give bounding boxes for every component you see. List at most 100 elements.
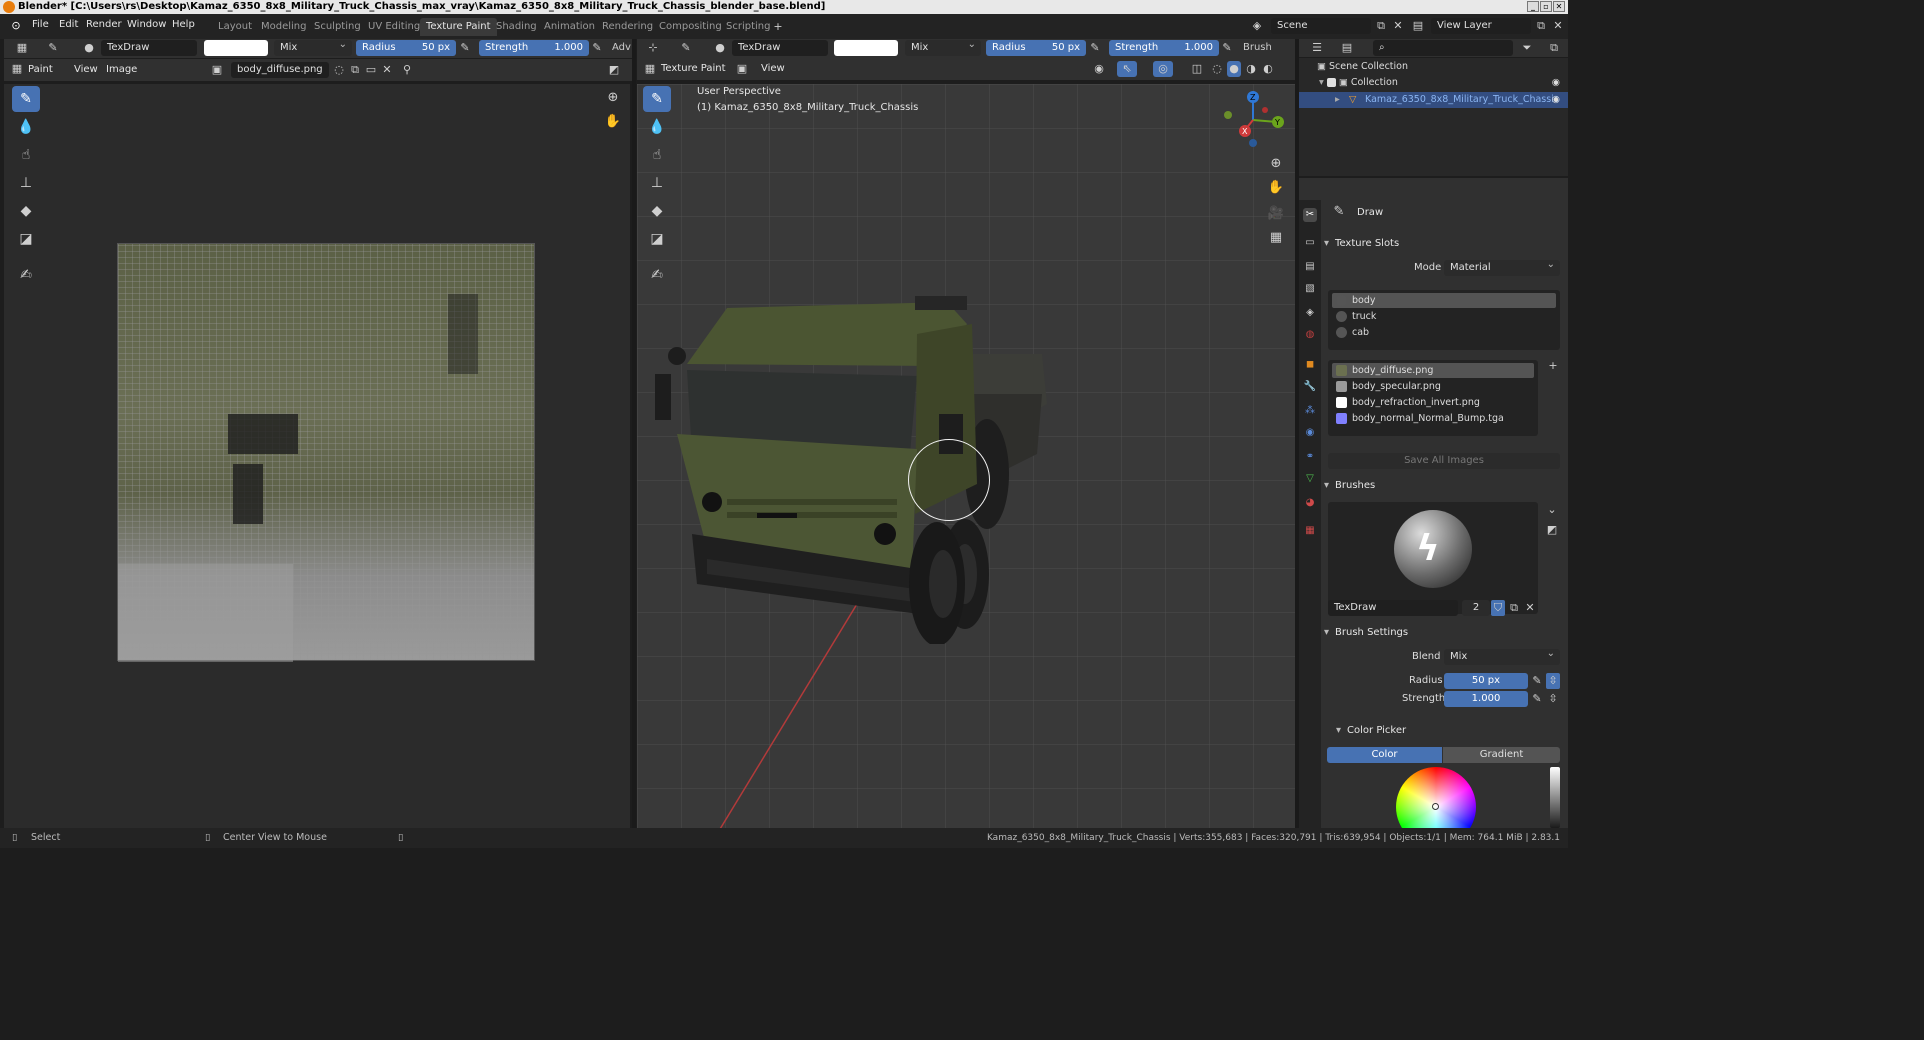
view-layer-field[interactable]: View Layer bbox=[1431, 18, 1531, 34]
menu-view[interactable]: View bbox=[74, 64, 98, 75]
tool-tab-icon[interactable]: ✂ bbox=[1303, 208, 1317, 222]
mask-tool-button[interactable]: ◪ bbox=[643, 226, 671, 252]
unlink-image-icon[interactable]: ✕ bbox=[380, 62, 394, 78]
image-slots-list[interactable]: body_diffuse.png body_specular.png body_… bbox=[1328, 360, 1538, 436]
brush-color-swatch[interactable] bbox=[834, 40, 898, 56]
navigation-gizmo[interactable]: Z Y X bbox=[1217, 88, 1287, 152]
solid-shading-icon[interactable]: ● bbox=[1227, 61, 1241, 77]
new-collection-icon[interactable]: ⧉ bbox=[1545, 40, 1563, 56]
brush-preview-icon[interactable]: ● bbox=[713, 40, 727, 56]
object-tab-icon[interactable]: ◼ bbox=[1303, 358, 1317, 372]
area-divider[interactable] bbox=[632, 39, 636, 828]
clone-tool-button[interactable]: ⊥ bbox=[643, 170, 671, 196]
list-item[interactable]: truck bbox=[1332, 309, 1532, 324]
rendered-shading-icon[interactable]: ◐ bbox=[1261, 61, 1275, 77]
minimize-button[interactable]: _ bbox=[1527, 1, 1539, 12]
modifier-tab-icon[interactable]: 🔧 bbox=[1303, 380, 1317, 394]
brushes-panel-header[interactable]: Brushes bbox=[1324, 476, 1564, 496]
outliner-row-scene-collection[interactable]: ▣ Scene Collection bbox=[1317, 61, 1408, 72]
texture-slots-panel-header[interactable]: Texture Slots bbox=[1324, 234, 1564, 254]
image-browse-icon[interactable]: ▣ bbox=[207, 62, 227, 78]
tab-animation[interactable]: Animation bbox=[538, 18, 601, 36]
brush-tool-icon[interactable]: ✎ bbox=[677, 40, 695, 56]
duplicate-brush-icon[interactable]: ⧉ bbox=[1507, 600, 1521, 616]
new-scene-icon[interactable]: ⧉ bbox=[1374, 18, 1388, 34]
texture-mode-dropdown[interactable]: Material bbox=[1444, 257, 1560, 276]
mask-toggle-icon[interactable]: ▣ bbox=[735, 61, 749, 77]
color-picker-panel-header[interactable]: Color Picker bbox=[1336, 721, 1536, 741]
list-item[interactable]: body_refraction_invert.png bbox=[1332, 395, 1532, 410]
mask-tool-button[interactable]: ◪ bbox=[12, 226, 40, 252]
visibility-icon[interactable]: ◉ bbox=[1089, 61, 1109, 77]
data-tab-icon[interactable]: ▽ bbox=[1303, 472, 1317, 486]
list-item[interactable]: body_specular.png bbox=[1332, 379, 1532, 394]
editor-type-icon[interactable]: ⊹ bbox=[641, 40, 665, 56]
color-tab[interactable]: Color bbox=[1327, 747, 1442, 763]
brush-name-field[interactable]: TexDraw bbox=[1328, 600, 1458, 616]
physics-tab-icon[interactable]: ◉ bbox=[1303, 426, 1317, 440]
soften-tool-button[interactable]: 💧 bbox=[12, 114, 40, 140]
constraints-tab-icon[interactable]: ⚭ bbox=[1303, 450, 1317, 464]
strength-pressure-icon[interactable]: ✎ bbox=[1530, 691, 1544, 707]
blend-dropdown[interactable]: Mix bbox=[1444, 646, 1560, 665]
smear-tool-button[interactable]: ☝ bbox=[643, 142, 671, 168]
new-view-layer-icon[interactable]: ⧉ bbox=[1534, 18, 1548, 34]
brush-preview-icon[interactable]: ● bbox=[82, 40, 96, 56]
overlays-toggle-icon[interactable]: ◎ bbox=[1153, 61, 1173, 77]
mode-dropdown[interactable]: Texture Paint bbox=[661, 63, 726, 74]
radius-pressure-icon[interactable]: ✎ bbox=[1530, 673, 1544, 689]
tab-layout[interactable]: Layout bbox=[212, 18, 258, 36]
list-item[interactable]: body bbox=[1332, 293, 1556, 308]
brush-tool-icon[interactable]: ✎ bbox=[44, 40, 62, 56]
radius-pressure-icon[interactable]: ✎ bbox=[458, 40, 472, 56]
strength-unit-icon[interactable]: ⇳ bbox=[1546, 691, 1560, 707]
tab-uv-editing[interactable]: UV Editing bbox=[362, 18, 426, 36]
menu-view[interactable]: View bbox=[761, 63, 785, 74]
tab-shading[interactable]: Shading bbox=[490, 18, 543, 36]
fill-tool-button[interactable]: ◆ bbox=[643, 198, 671, 224]
menu-image[interactable]: Image bbox=[106, 64, 137, 75]
list-item[interactable]: body_diffuse.png bbox=[1332, 363, 1534, 378]
outliner-row-object[interactable]: ▸ ▽ Kamaz_6350_8x8_Military_Truck_Chassi… bbox=[1299, 92, 1568, 108]
tab-rendering[interactable]: Rendering bbox=[596, 18, 659, 36]
annotate-tool-button[interactable]: ✍ bbox=[12, 262, 40, 288]
menu-edit[interactable]: Edit bbox=[59, 19, 78, 30]
material-shading-icon[interactable]: ◑ bbox=[1244, 61, 1258, 77]
tab-texture-paint[interactable]: Texture Paint bbox=[420, 18, 497, 36]
image-name-field[interactable]: body_diffuse.png bbox=[231, 62, 329, 78]
editor-type-icon[interactable]: ▦ bbox=[10, 40, 34, 56]
blend-mode-dropdown[interactable]: Mix bbox=[905, 37, 981, 56]
close-window-button[interactable]: ✕ bbox=[1553, 1, 1565, 12]
scene-field[interactable]: Scene bbox=[1271, 18, 1371, 34]
world-tab-icon[interactable]: ◍ bbox=[1303, 328, 1317, 342]
pan-hand-icon[interactable]: ✋ bbox=[604, 114, 622, 130]
fake-user-icon[interactable]: ◌ bbox=[332, 62, 346, 78]
material-slots-list[interactable]: body truck cab bbox=[1328, 290, 1560, 350]
material-tab-icon[interactable]: ◕ bbox=[1303, 496, 1317, 510]
strength-field[interactable]: Strength 1.000 bbox=[1109, 40, 1219, 56]
zoom-icon[interactable]: ⊕ bbox=[604, 90, 622, 106]
color-wheel-cursor[interactable] bbox=[1432, 803, 1439, 810]
gizmo-toggle-icon[interactable]: ⇖ bbox=[1117, 61, 1137, 77]
radius-field[interactable]: Radius 50 px bbox=[986, 40, 1086, 56]
strength-pressure-icon[interactable]: ✎ bbox=[1220, 40, 1234, 56]
add-workspace-icon[interactable]: + bbox=[771, 19, 785, 35]
unlink-brush-icon[interactable]: ✕ bbox=[1523, 600, 1537, 616]
fake-user-shield-icon[interactable]: ⛉ bbox=[1491, 600, 1505, 616]
new-image-icon[interactable]: ⧉ bbox=[348, 62, 362, 78]
camera-view-icon[interactable]: 🎥 bbox=[1267, 206, 1285, 222]
strength-pressure-icon[interactable]: ✎ bbox=[590, 40, 604, 56]
value-slider[interactable] bbox=[1550, 767, 1560, 828]
radius-unit-icon[interactable]: ⇳ bbox=[1546, 673, 1560, 689]
list-item[interactable]: cab bbox=[1332, 325, 1532, 340]
brush-color-swatch[interactable] bbox=[204, 40, 268, 56]
advanced-menu[interactable]: Adv bbox=[612, 42, 631, 53]
maximize-button[interactable]: ▫ bbox=[1540, 1, 1552, 12]
menu-help[interactable]: Help bbox=[172, 19, 195, 30]
tab-modeling[interactable]: Modeling bbox=[255, 18, 313, 36]
menu-render[interactable]: Render bbox=[86, 19, 122, 30]
soften-tool-button[interactable]: 💧 bbox=[643, 114, 671, 140]
scene-icon[interactable]: ◈ bbox=[1247, 18, 1267, 34]
menu-file[interactable]: File bbox=[32, 19, 49, 30]
blend-mode-dropdown[interactable]: Mix bbox=[274, 37, 352, 56]
